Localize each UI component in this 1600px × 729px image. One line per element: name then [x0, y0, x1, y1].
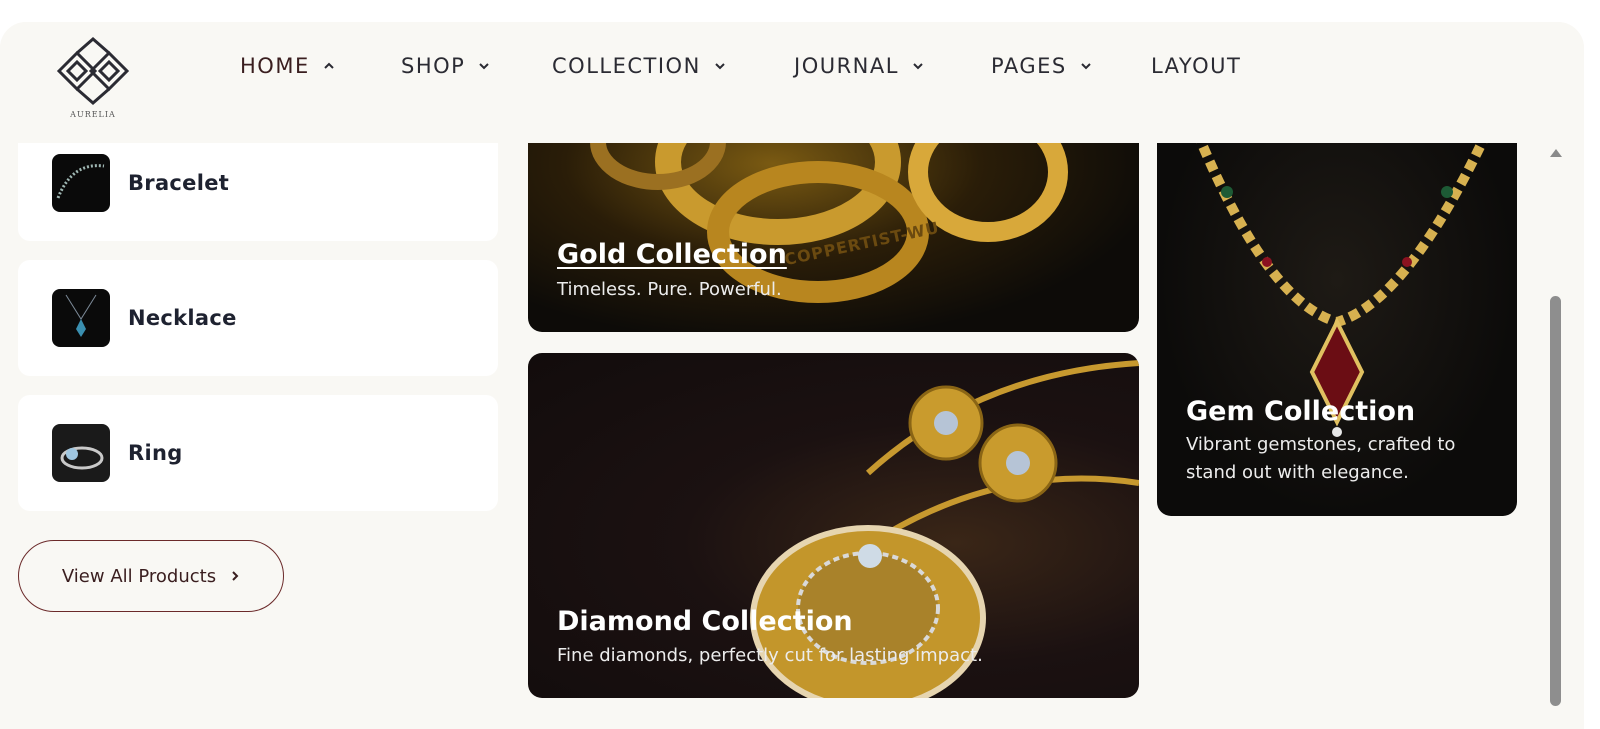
nav-item-journal[interactable]: JOURNAL	[794, 54, 925, 78]
view-all-label: View All Products	[61, 565, 217, 587]
nav-label: HOME	[240, 54, 310, 78]
nav-label: LAYOUT	[1151, 54, 1242, 78]
nav-item-home[interactable]: HOME	[240, 54, 336, 78]
chevron-down-icon	[715, 63, 725, 70]
view-all-products-button[interactable]: View All Products	[18, 540, 284, 612]
category-card-ring[interactable]: Ring	[18, 395, 498, 511]
ring-thumbnail	[52, 424, 110, 482]
brand-logo-text: AURELIA	[70, 110, 116, 119]
bracelet-thumbnail	[52, 154, 110, 212]
nav-item-shop[interactable]: SHOP	[401, 54, 491, 78]
chevron-down-icon	[913, 63, 923, 70]
category-card-necklace[interactable]: Necklace	[18, 260, 498, 376]
category-label: Necklace	[128, 306, 237, 330]
nav-label: PAGES	[991, 54, 1067, 78]
chevron-up-icon	[324, 62, 334, 69]
diamond-collection-subtitle: Fine diamonds, perfectly cut for lasting…	[557, 645, 983, 666]
nav-label: JOURNAL	[794, 54, 899, 78]
nav-item-collection[interactable]: COLLECTION	[552, 54, 727, 78]
gem-collection-subtitle: Vibrant gemstones, crafted to stand out …	[1186, 434, 1456, 483]
gem-collection-title[interactable]: Gem Collection	[1186, 396, 1415, 427]
nav-item-layout[interactable]: LAYOUT	[1151, 54, 1241, 78]
brand-logo-icon[interactable]	[55, 36, 131, 106]
scroll-up-arrow-icon[interactable]	[1550, 149, 1562, 157]
category-label: Bracelet	[128, 171, 230, 195]
chevron-down-icon	[1080, 63, 1091, 70]
diamond-collection-title[interactable]: Diamond Collection	[557, 606, 853, 637]
nav-label: SHOP	[401, 54, 466, 78]
nav-item-pages[interactable]: PAGES	[991, 54, 1093, 78]
gold-collection-card[interactable]: COPPERTIST-WU Gold Collection Timeless. …	[528, 122, 1139, 332]
chevron-down-icon	[479, 63, 490, 70]
site-header: AURELIA HOME SHOP COLLECTION JOURNAL PAG…	[0, 22, 1584, 143]
page: AURELIA HOME SHOP COLLECTION JOURNAL PAG…	[0, 22, 1584, 729]
category-label: Ring	[128, 441, 183, 465]
chevron-right-icon	[232, 571, 239, 581]
gold-collection-title[interactable]: Gold Collection	[557, 239, 787, 270]
scrollbar-thumb[interactable]	[1550, 296, 1561, 706]
gold-collection-subtitle: Timeless. Pure. Powerful.	[557, 279, 782, 300]
necklace-thumbnail	[52, 289, 110, 347]
diamond-collection-card[interactable]: Diamond Collection Fine diamonds, perfec…	[528, 353, 1139, 698]
nav-label: COLLECTION	[552, 54, 701, 78]
gem-collection-card[interactable]: Gem Collection Vibrant gemstones, crafte…	[1157, 122, 1517, 516]
